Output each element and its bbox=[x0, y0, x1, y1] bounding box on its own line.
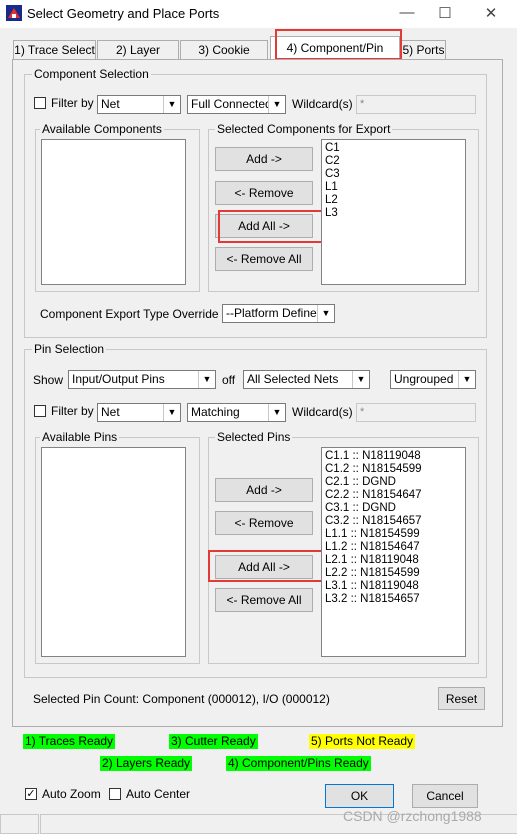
list-item[interactable]: C1.1 :: N18119048 bbox=[322, 450, 465, 463]
selected-components-label: Selected Components for Export bbox=[215, 122, 393, 136]
list-item[interactable]: L2.2 :: N18154599 bbox=[322, 567, 465, 580]
list-item[interactable]: L1 bbox=[322, 181, 465, 194]
export-override-select[interactable]: --Platform Defined-- ▼ bbox=[222, 304, 335, 323]
pin-count-text: Selected Pin Count: Component (000012), … bbox=[33, 692, 330, 706]
pin-filter-label: Filter by bbox=[51, 404, 94, 418]
pin-match-select[interactable]: Matching ▼ bbox=[187, 403, 286, 422]
pin-show-select[interactable]: Input/Output Pins ▼ bbox=[68, 370, 216, 389]
status-component-pins: 4) Component/Pins Ready bbox=[226, 756, 371, 771]
pin-nets-select[interactable]: All Selected Nets ▼ bbox=[243, 370, 370, 389]
pin-group-value: Ungrouped bbox=[394, 372, 454, 386]
reset-button[interactable]: Reset bbox=[438, 687, 485, 710]
list-item[interactable]: C3.2 :: N18154657 bbox=[322, 515, 465, 528]
highlight-pin-add-all bbox=[208, 550, 323, 582]
app-icon bbox=[6, 5, 22, 21]
list-item[interactable]: C2 bbox=[322, 155, 465, 168]
pin-selection-label: Pin Selection bbox=[32, 342, 107, 356]
export-override-value: --Platform Defined-- bbox=[226, 306, 332, 320]
list-item[interactable]: C2.1 :: DGND bbox=[322, 476, 465, 489]
highlight-component-add-all bbox=[218, 210, 324, 243]
tab-ports[interactable]: 5) Ports bbox=[401, 40, 446, 59]
available-components-list[interactable] bbox=[41, 139, 186, 285]
list-item[interactable]: C3.1 :: DGND bbox=[322, 502, 465, 515]
pin-show-label: Show bbox=[33, 373, 64, 387]
component-match-value: Full Connected bbox=[191, 97, 272, 111]
selected-components-list[interactable]: C1 C2 C3 L1 L2 L3 bbox=[321, 139, 466, 285]
status-traces: 1) Traces Ready bbox=[23, 734, 116, 749]
list-item[interactable]: C3 bbox=[322, 168, 465, 181]
available-components-label: Available Components bbox=[40, 122, 164, 136]
status-ports: 5) Ports Not Ready bbox=[309, 734, 416, 749]
chevron-down-icon: ▼ bbox=[352, 371, 369, 388]
component-wildcard-input[interactable]: * bbox=[356, 95, 476, 114]
component-add-button[interactable]: Add -> bbox=[215, 147, 313, 171]
close-button[interactable]: ✕ bbox=[476, 4, 506, 24]
list-item[interactable]: C1 bbox=[322, 142, 465, 155]
component-selection-label: Component Selection bbox=[32, 67, 151, 81]
list-item[interactable]: C1.2 :: N18154599 bbox=[322, 463, 465, 476]
chevron-down-icon: ▼ bbox=[317, 305, 334, 322]
auto-center-label: Auto Center bbox=[126, 787, 191, 801]
chevron-down-icon: ▼ bbox=[163, 96, 180, 113]
tab-cookie-cutter[interactable]: 3) Cookie Cutter bbox=[180, 40, 268, 75]
chevron-down-icon: ▼ bbox=[268, 404, 285, 421]
pin-add-button[interactable]: Add -> bbox=[215, 478, 313, 502]
ok-button[interactable]: OK bbox=[325, 784, 394, 808]
maximize-button[interactable]: ☐ bbox=[430, 4, 460, 24]
list-item[interactable]: L3.1 :: N18119048 bbox=[322, 580, 465, 593]
list-item[interactable]: L1.2 :: N18154647 bbox=[322, 541, 465, 554]
list-item[interactable]: L2 bbox=[322, 194, 465, 207]
pin-wildcard-label: Wildcard(s) bbox=[292, 405, 353, 419]
list-item[interactable]: L2.1 :: N18119048 bbox=[322, 554, 465, 567]
watermark-text: CSDN @rzchong1988 bbox=[343, 808, 482, 824]
status-bar-cell bbox=[0, 814, 39, 834]
component-filter-checkbox[interactable] bbox=[34, 97, 46, 109]
selected-pins-list[interactable]: C1.1 :: N18119048 C1.2 :: N18154599 C2.1… bbox=[321, 447, 466, 657]
component-match-select[interactable]: Full Connected ▼ bbox=[187, 95, 286, 114]
list-item[interactable]: L3.2 :: N18154657 bbox=[322, 593, 465, 606]
selected-pins-label: Selected Pins bbox=[215, 430, 293, 444]
available-pins-list[interactable] bbox=[41, 447, 186, 657]
component-remove-all-button[interactable]: <- Remove All bbox=[215, 247, 313, 271]
cancel-button[interactable]: Cancel bbox=[412, 784, 478, 808]
chevron-down-icon: ▼ bbox=[268, 96, 285, 113]
component-remove-button[interactable]: <- Remove bbox=[215, 181, 313, 205]
window-title: Select Geometry and Place Ports bbox=[27, 6, 220, 21]
chevron-down-icon: ▼ bbox=[458, 371, 475, 388]
tab-layer-select[interactable]: 2) Layer Select bbox=[97, 40, 179, 75]
chevron-down-icon: ▼ bbox=[163, 404, 180, 421]
pin-match-value: Matching bbox=[191, 405, 240, 419]
pin-filter-by-select[interactable]: Net ▼ bbox=[97, 403, 181, 422]
pin-wildcard-input[interactable]: * bbox=[356, 403, 476, 422]
pin-remove-all-button[interactable]: <- Remove All bbox=[215, 588, 313, 612]
pin-group-select[interactable]: Ungrouped ▼ bbox=[390, 370, 476, 389]
component-wildcard-label: Wildcard(s) bbox=[292, 97, 353, 111]
pin-remove-button[interactable]: <- Remove bbox=[215, 511, 313, 535]
pin-off-label: off bbox=[222, 373, 236, 387]
minimize-button[interactable]: — bbox=[392, 4, 422, 24]
auto-zoom-label: Auto Zoom bbox=[42, 787, 101, 801]
tab-trace-select[interactable]: 1) Trace Select bbox=[13, 40, 96, 59]
highlight-tab bbox=[275, 29, 402, 60]
export-override-label: Component Export Type Override bbox=[40, 307, 219, 321]
auto-zoom-checkbox[interactable]: ✓ bbox=[25, 788, 37, 800]
auto-center-checkbox[interactable] bbox=[109, 788, 121, 800]
component-filter-by-value: Net bbox=[101, 97, 120, 111]
available-pins-label: Available Pins bbox=[40, 430, 120, 444]
pin-nets-value: All Selected Nets bbox=[247, 372, 339, 386]
status-layers: 2) Layers Ready bbox=[100, 756, 193, 771]
list-item[interactable]: L3 bbox=[322, 207, 465, 220]
component-filter-by-select[interactable]: Net ▼ bbox=[97, 95, 181, 114]
status-cutter: 3) Cutter Ready bbox=[169, 734, 258, 749]
list-item[interactable]: C2.2 :: N18154647 bbox=[322, 489, 465, 502]
chevron-down-icon: ▼ bbox=[198, 371, 215, 388]
list-item[interactable]: L1.1 :: N18154599 bbox=[322, 528, 465, 541]
pin-show-value: Input/Output Pins bbox=[72, 372, 165, 386]
component-filter-label: Filter by bbox=[51, 96, 94, 110]
pin-filter-checkbox[interactable] bbox=[34, 405, 46, 417]
pin-filter-by-value: Net bbox=[101, 405, 120, 419]
